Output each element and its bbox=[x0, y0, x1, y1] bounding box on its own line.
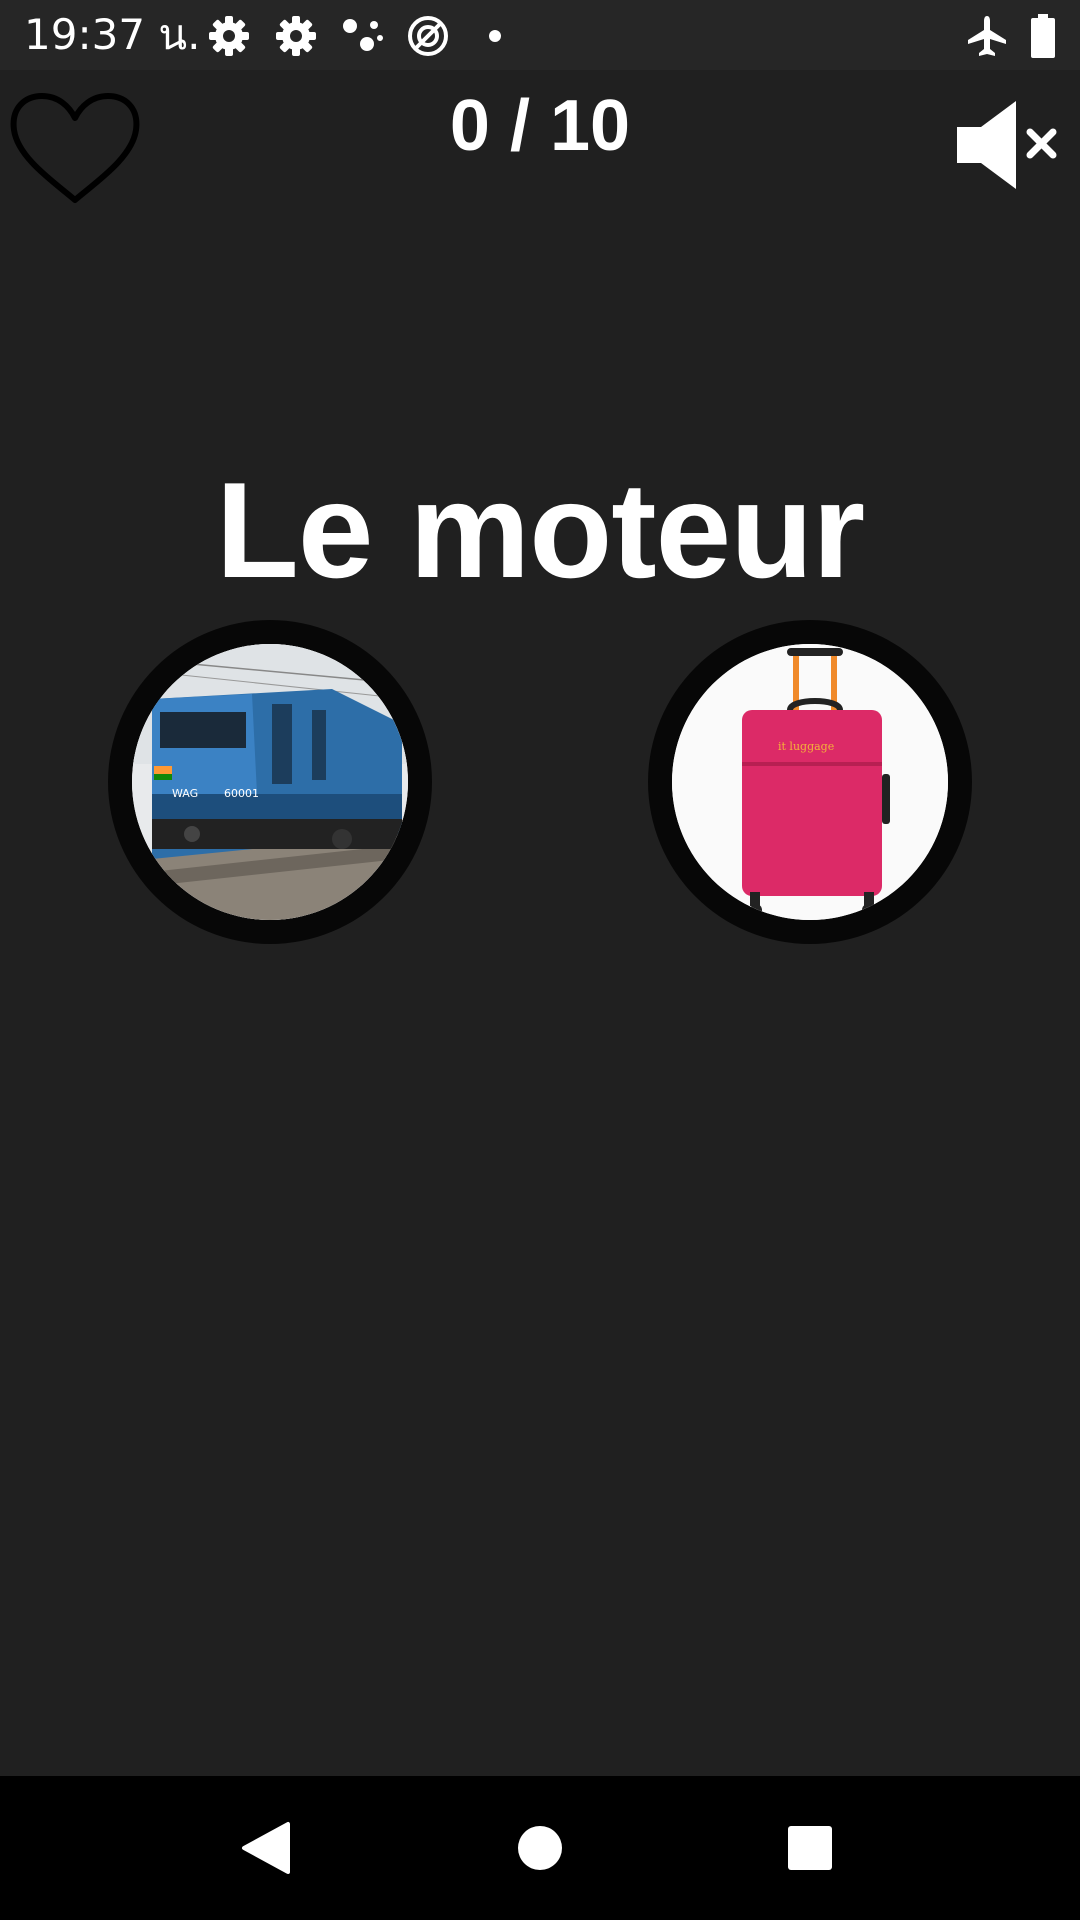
volume-mute-icon bbox=[957, 101, 1057, 189]
assistant-dots-icon bbox=[343, 19, 383, 51]
locomotive-photo: WAG 60001 bbox=[132, 644, 408, 920]
nav-recents-button[interactable] bbox=[770, 1808, 850, 1888]
question-word: Le moteur bbox=[215, 454, 865, 606]
choice-option-suitcase[interactable]: it luggage bbox=[648, 620, 972, 944]
choice-image-locomotive: WAG 60001 bbox=[132, 644, 408, 920]
recents-icon bbox=[788, 1826, 832, 1870]
pink-suitcase-photo: it luggage bbox=[672, 644, 948, 920]
choice-option-locomotive[interactable]: WAG 60001 bbox=[108, 620, 432, 944]
svg-text:it luggage: it luggage bbox=[778, 740, 834, 753]
airplane-mode-icon bbox=[968, 16, 1006, 56]
progress-counter: 0 / 10 bbox=[449, 86, 631, 166]
mute-button[interactable] bbox=[955, 100, 1060, 190]
quiz-header: 0 / 10 bbox=[0, 70, 1080, 220]
status-time: 19:37 น. bbox=[24, 10, 201, 59]
svg-text:60001: 60001 bbox=[224, 787, 259, 800]
data-saver-icon bbox=[408, 16, 448, 56]
nav-back-button[interactable] bbox=[228, 1808, 308, 1888]
battery-icon bbox=[1031, 14, 1055, 58]
notification-dot-icon bbox=[489, 30, 501, 42]
status-bar: 19:37 น. bbox=[0, 0, 1080, 70]
settings-icon bbox=[209, 16, 249, 56]
nav-home-button[interactable] bbox=[500, 1808, 580, 1888]
navigation-bar bbox=[0, 1776, 1080, 1920]
back-icon bbox=[242, 1822, 290, 1874]
settings-icon bbox=[276, 16, 316, 56]
svg-text:WAG: WAG bbox=[172, 787, 198, 800]
choice-image-suitcase: it luggage bbox=[672, 644, 948, 920]
home-icon bbox=[518, 1826, 562, 1870]
